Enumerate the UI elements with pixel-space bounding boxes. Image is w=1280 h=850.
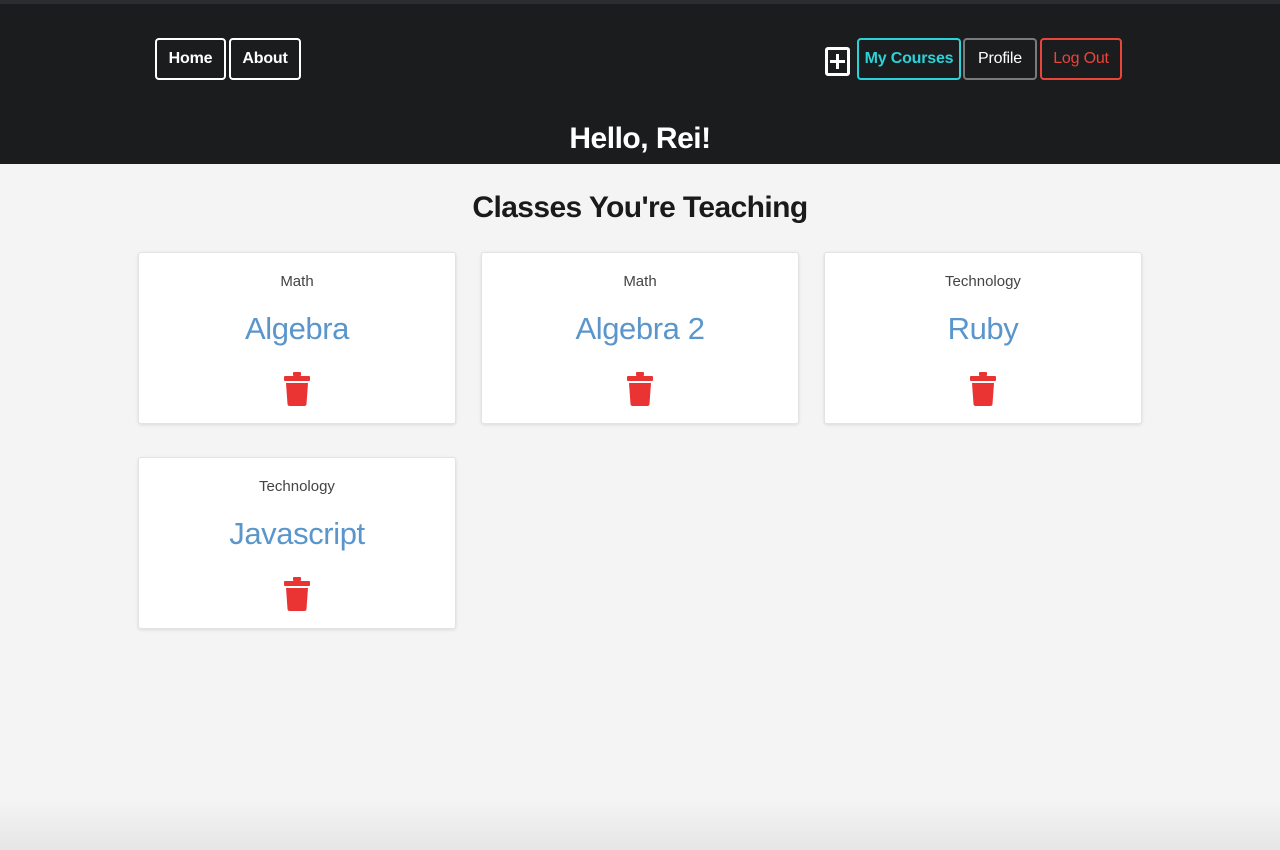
- course-card-javascript[interactable]: Technology Javascript: [138, 457, 456, 629]
- trash-icon[interactable]: [627, 372, 653, 406]
- bottom-shadow: [0, 800, 1280, 850]
- section-title: Classes You're Teaching: [472, 191, 808, 224]
- profile-button[interactable]: Profile: [963, 38, 1037, 80]
- course-subject: Technology: [945, 273, 1021, 290]
- course-title-link[interactable]: Ruby: [825, 311, 1141, 347]
- trash-icon[interactable]: [284, 577, 310, 611]
- greeting-heading: Hello, Rei!: [569, 122, 711, 155]
- course-title-link[interactable]: Javascript: [139, 516, 455, 552]
- plus-square-icon: [830, 54, 845, 69]
- course-card-algebra[interactable]: Math Algebra: [138, 252, 456, 424]
- course-card-ruby[interactable]: Technology Ruby: [824, 252, 1142, 424]
- course-card-algebra-2[interactable]: Math Algebra 2: [481, 252, 799, 424]
- course-title-link[interactable]: Algebra 2: [482, 311, 798, 347]
- my-courses-button[interactable]: My Courses: [857, 38, 961, 80]
- course-subject: Math: [280, 273, 314, 290]
- add-course-button[interactable]: [825, 47, 850, 76]
- trash-icon[interactable]: [284, 372, 310, 406]
- trash-icon[interactable]: [970, 372, 996, 406]
- log-out-button[interactable]: Log Out: [1040, 38, 1122, 80]
- course-subject: Technology: [259, 478, 335, 495]
- home-button[interactable]: Home: [155, 38, 226, 80]
- about-button[interactable]: About: [229, 38, 301, 80]
- top-navbar: Home About My Courses Profile Log Out He…: [0, 0, 1280, 164]
- course-title-link[interactable]: Algebra: [139, 311, 455, 347]
- course-subject: Math: [623, 273, 657, 290]
